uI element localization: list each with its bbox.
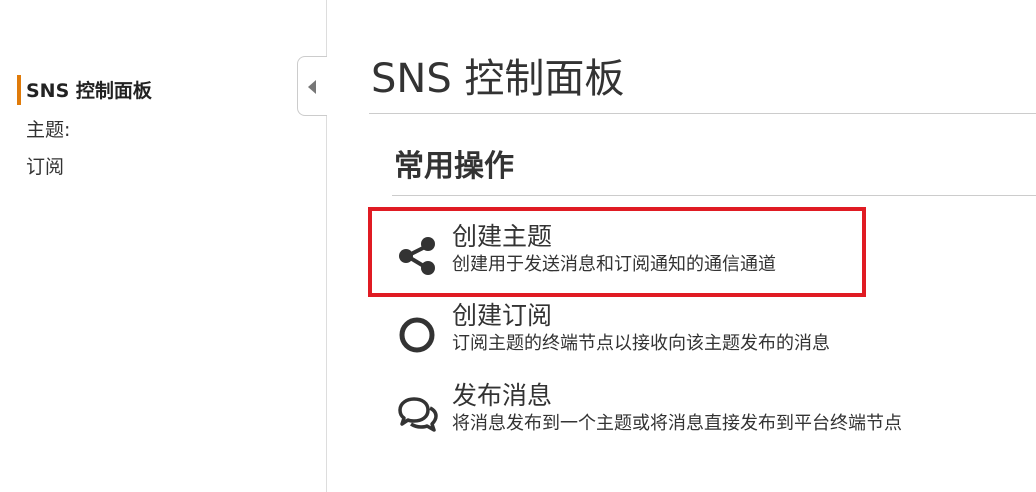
action-title[interactable]: 发布消息	[452, 380, 552, 412]
action-description: 订阅主题的终端节点以接收向该主题发布的消息	[452, 333, 830, 354]
page-title: SNS 控制面板	[371, 56, 625, 102]
circle-icon	[399, 317, 435, 353]
section-divider	[392, 195, 1036, 196]
chevron-left-icon	[308, 80, 316, 94]
active-item-marker	[17, 75, 21, 105]
action-description: 将消息发布到一个主题或将消息直接发布到平台终端节点	[452, 413, 902, 434]
title-divider	[369, 113, 1036, 114]
chat-bubbles-icon	[398, 397, 438, 432]
create-topic-action[interactable]: 创建主题 创建用于发送消息和订阅通知的通信通道	[396, 221, 996, 281]
sidebar-item-sns-dashboard[interactable]: SNS 控制面板	[26, 78, 152, 104]
share-icon	[399, 237, 435, 275]
sidebar-item-subscriptions[interactable]: 订阅	[26, 154, 64, 180]
action-description: 创建用于发送消息和订阅通知的通信通道	[452, 254, 776, 275]
sidebar-item-topics[interactable]: 主题:	[26, 117, 70, 143]
publish-message-action[interactable]: 发布消息 将消息发布到一个主题或将消息直接发布到平台终端节点	[396, 380, 996, 440]
create-subscription-action[interactable]: 创建订阅 订阅主题的终端节点以接收向该主题发布的消息	[396, 300, 996, 360]
action-title[interactable]: 创建订阅	[452, 300, 552, 332]
sidebar-collapse-button[interactable]	[297, 56, 327, 116]
sidebar: SNS 控制面板 主题: 订阅	[0, 0, 327, 492]
section-title: 常用操作	[394, 149, 514, 184]
page: SNS 控制面板 主题: 订阅 SNS 控制面板 常用操作 创建主题 创建用于发…	[0, 0, 1036, 492]
action-title[interactable]: 创建主题	[452, 221, 552, 253]
